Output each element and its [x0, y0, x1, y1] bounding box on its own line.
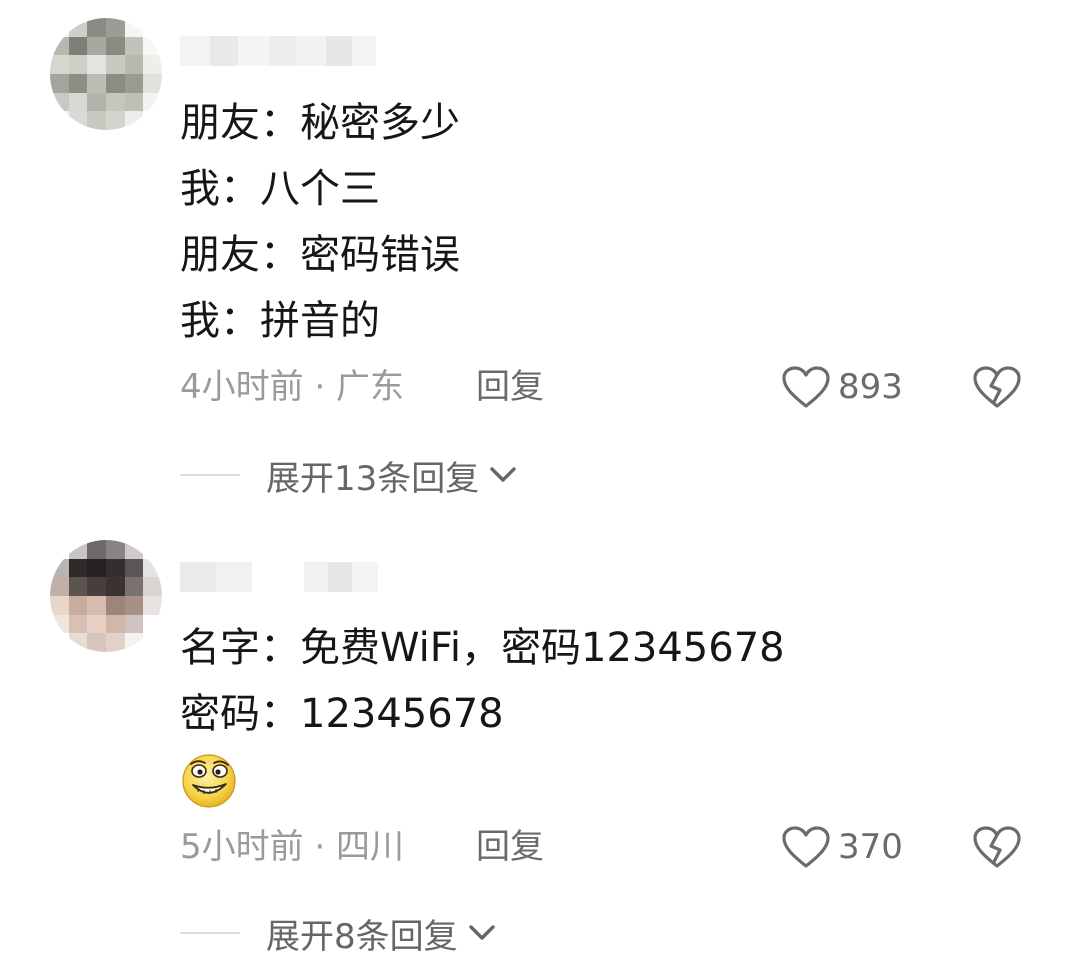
- expand-replies-button[interactable]: 展开13条回复: [180, 450, 519, 500]
- comment-line: 朋友：秘密多少: [180, 100, 460, 146]
- expand-replies-label: 展开13条回复: [266, 458, 480, 499]
- comment-text: 名字：免费WiFi，密码12345678 密码：12345678: [180, 615, 785, 813]
- comment-line: 朋友：密码错误: [180, 232, 460, 278]
- like-count: 893: [838, 367, 903, 407]
- avatar[interactable]: [50, 540, 162, 652]
- comment-line: 密码：12345678: [180, 691, 504, 737]
- like-count: 370: [838, 827, 903, 867]
- comment-line: 名字：免费WiFi，密码12345678: [180, 625, 785, 671]
- like-button[interactable]: 893: [780, 362, 903, 412]
- comment-text: 朋友：秘密多少 我：八个三 朋友：密码错误 我：拼音的: [180, 90, 460, 354]
- comment-time-location: 5小时前 · 四川: [180, 827, 405, 867]
- like-button[interactable]: 370: [780, 822, 903, 872]
- chevron-down-icon: [490, 467, 516, 482]
- heart-outline-icon: [782, 826, 830, 868]
- dislike-button[interactable]: [972, 364, 1022, 424]
- avatar[interactable]: [50, 18, 162, 130]
- expand-replies-label: 展开8条回复: [266, 916, 458, 957]
- username-blurred[interactable]: [180, 562, 378, 592]
- comment-meta: 5小时前 · 四川 回复 370: [180, 822, 1040, 872]
- chevron-down-icon: [468, 925, 495, 940]
- broken-heart-icon: [973, 826, 1021, 868]
- reply-button[interactable]: 回复: [476, 362, 544, 412]
- heart-outline-icon: [782, 366, 830, 408]
- divider: [180, 932, 240, 934]
- broken-heart-icon: [973, 366, 1021, 408]
- dislike-button[interactable]: [972, 824, 1022, 884]
- comment-time-location: 4小时前 · 广东: [180, 367, 405, 407]
- expand-replies-button[interactable]: 展开8条回复: [180, 908, 498, 958]
- divider: [180, 474, 240, 476]
- grinning-sly-face-emoji: [182, 754, 236, 808]
- comment-line: 我：拼音的: [180, 298, 380, 344]
- reply-button[interactable]: 回复: [476, 822, 544, 872]
- comment-line: 我：八个三: [180, 166, 380, 212]
- comment-meta: 4小时前 · 广东 回复 893: [180, 362, 1040, 412]
- username-blurred[interactable]: [180, 36, 376, 66]
